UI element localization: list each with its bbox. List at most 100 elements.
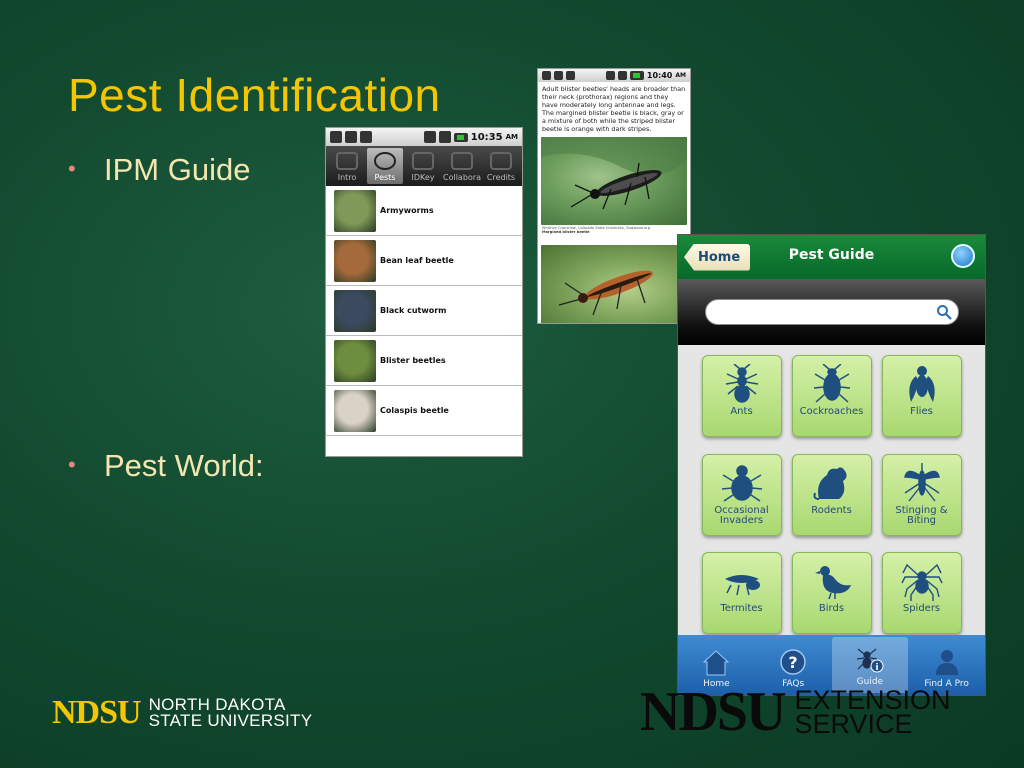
svg-text:i: i <box>875 663 878 673</box>
category-termites[interactable]: Termites <box>701 552 782 635</box>
tab-idkey[interactable]: IDKey <box>405 148 441 184</box>
search-icon[interactable] <box>951 244 975 268</box>
list-item[interactable]: Armyworms <box>326 186 522 236</box>
category-ants[interactable]: Ants <box>701 355 782 437</box>
notification-icon <box>542 71 551 80</box>
striped-blister-beetle-photo <box>541 245 687 323</box>
guide-icon: i <box>856 648 884 673</box>
list-item[interactable]: Black cutworm <box>326 286 522 336</box>
list-item[interactable]: Blister beetles <box>326 336 522 386</box>
tile-label: Flies <box>910 406 933 417</box>
photo-caption-title: Margined blister beetle <box>542 230 590 234</box>
search-input[interactable] <box>704 299 959 325</box>
tile-label: Spiders <box>902 603 941 615</box>
armyworm-thumbnail <box>334 189 376 232</box>
home-button[interactable]: Home <box>684 243 751 271</box>
bullet-text: IPM Guide <box>104 152 251 187</box>
tab-label: Intro <box>337 173 357 182</box>
ndsu-university-logo: NDSU NORTH DAKOTA STATE UNIVERSITY <box>52 694 312 732</box>
tab-collaborators[interactable]: Collabora <box>443 148 481 184</box>
pest-detail-screenshot: 10:40 AM Adult blister beetles' heads ar… <box>537 68 691 324</box>
category-birds[interactable]: Birds <box>791 552 872 635</box>
people-icon <box>451 152 473 170</box>
category-rodents[interactable]: Rodents <box>791 453 872 536</box>
category-stinging-biting[interactable]: Stinging & Biting <box>881 453 962 536</box>
blister-beetle-thumbnail <box>334 339 376 382</box>
signal-icon <box>617 71 627 80</box>
status-bar: 10:35 AM <box>326 128 522 146</box>
pest-world-screenshot: Home Pest Guide Ants Cockroaches Flies O… <box>677 234 986 696</box>
tab-pests[interactable]: Pests <box>367 148 403 184</box>
termite-icon <box>724 575 760 596</box>
tile-label: Termites <box>720 603 763 615</box>
tab-intro[interactable]: Intro <box>329 148 365 184</box>
ipm-guide-screenshot: 10:35 AM Intro Pests IDKey Collabora Cre… <box>325 127 523 457</box>
rodent-icon <box>813 467 847 500</box>
black-cutworm-thumbnail <box>334 289 376 332</box>
tab-label: Collabora <box>443 173 481 182</box>
pest-description: Adult blister beetles' heads are broader… <box>542 85 686 133</box>
tile-label: Stinging & Biting <box>895 504 948 527</box>
list-item[interactable]: Colaspis beetle <box>326 386 522 436</box>
colaspis-beetle-thumbnail <box>334 389 376 432</box>
pest-list: Armyworms Bean leaf beetle Black cutworm… <box>326 186 522 436</box>
intro-icon <box>336 152 358 170</box>
category-spiders[interactable]: Spiders <box>881 552 962 635</box>
credits-icon <box>490 152 512 170</box>
tab-credits[interactable]: Credits <box>483 148 519 184</box>
list-item[interactable]: Bean leaf beetle <box>326 236 522 286</box>
search-bar-area <box>678 279 985 345</box>
status-ampm: AM <box>505 133 518 141</box>
sd-card-icon <box>566 71 575 80</box>
status-time: 10:35 <box>470 131 503 143</box>
app-header: Home Pest Guide <box>678 235 985 279</box>
tab-label: Pests <box>374 173 396 182</box>
usb-icon <box>554 71 563 80</box>
logo-mark: NDSU <box>640 681 786 743</box>
cockroach-icon <box>813 364 850 403</box>
pest-name: Black cutworm <box>380 306 447 315</box>
category-cockroaches[interactable]: Cockroaches <box>791 355 872 437</box>
tile-label: Birds <box>818 603 845 615</box>
notification-icon <box>330 131 342 143</box>
spider-icon <box>900 564 943 602</box>
pest-name: Colaspis beetle <box>380 406 449 415</box>
vibrate-icon <box>605 71 615 80</box>
tab-bar: Intro Pests IDKey Collabora Credits <box>326 146 522 186</box>
margined-blister-beetle-photo <box>541 137 687 225</box>
signal-icon <box>438 131 451 143</box>
tab-label: IDKey <box>411 173 435 182</box>
person-icon <box>935 650 958 675</box>
ant-icon <box>725 364 758 403</box>
magnifier-icon[interactable] <box>936 304 952 320</box>
svg-text:?: ? <box>788 653 797 672</box>
pest-name: Bean leaf beetle <box>380 256 454 265</box>
bullet-dot-icon: • <box>68 452 76 477</box>
category-occasional-invaders[interactable]: Occasional Invaders <box>701 453 782 536</box>
photo-caption: Whitney Cranshaw, Colorado State Univers… <box>538 225 690 235</box>
status-time: 10:40 <box>646 71 673 80</box>
tile-label: Occasional Invaders <box>714 504 769 527</box>
pest-name: Armyworms <box>380 206 434 215</box>
tile-label: Ants <box>730 406 753 417</box>
bean-leaf-beetle-thumbnail <box>334 239 376 282</box>
bullet-ipm-guide: • IPM Guide <box>68 152 250 188</box>
logo-mark: NDSU <box>52 694 142 731</box>
beetle-icon <box>374 152 396 170</box>
question-icon: ? <box>780 649 806 675</box>
mosquito-icon <box>903 462 940 502</box>
vibrate-icon <box>423 131 436 143</box>
sd-card-icon <box>360 131 372 143</box>
logo-subtitle: NORTH DAKOTA STATE UNIVERSITY <box>148 696 313 730</box>
tab-label: Credits <box>486 173 516 182</box>
bird-icon <box>814 566 851 600</box>
logo-line: STATE UNIVERSITY <box>148 711 313 730</box>
battery-icon <box>453 132 468 142</box>
tile-label: Cockroaches <box>799 406 864 417</box>
bullet-pest-world: • Pest World: <box>68 448 264 484</box>
category-flies[interactable]: Flies <box>881 355 962 437</box>
logo-subtitle: EXTENSION SERVICE <box>794 686 950 737</box>
pest-name: Blister beetles <box>380 356 446 365</box>
tile-label: Rodents <box>811 504 852 516</box>
ndsu-extension-logo: NDSU EXTENSION SERVICE <box>640 680 951 744</box>
